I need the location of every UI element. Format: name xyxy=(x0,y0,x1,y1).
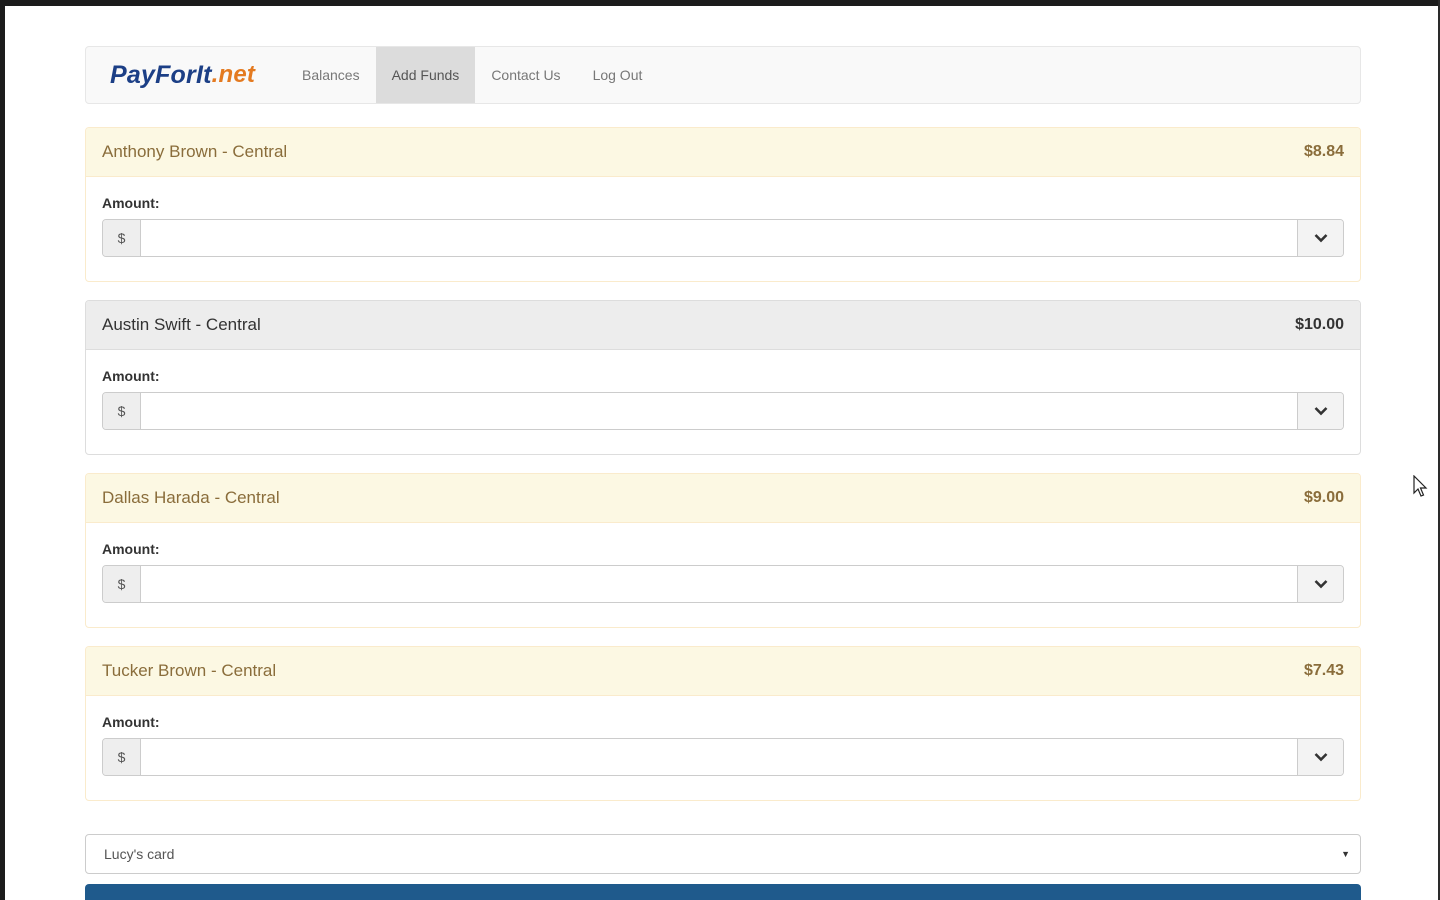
amount-label: Amount: xyxy=(102,195,160,211)
account-name: Dallas Harada - Central xyxy=(102,488,280,507)
chevron-down-icon xyxy=(1314,753,1327,762)
mouse-cursor-icon xyxy=(1413,475,1428,497)
account-panel: Tucker Brown - Central $7.43 Amount: $ xyxy=(85,646,1361,801)
select-caret-icon: ▼ xyxy=(1341,849,1350,859)
account-heading: Dallas Harada - Central $9.00 xyxy=(86,474,1360,523)
payment-card-select[interactable]: Lucy's card ▼ xyxy=(85,834,1361,874)
amount-input-group: $ xyxy=(102,738,1344,776)
amount-input-group: $ xyxy=(102,219,1344,257)
amount-input[interactable] xyxy=(141,220,1297,256)
account-panel: Dallas Harada - Central $9.00 Amount: $ xyxy=(85,473,1361,628)
currency-addon: $ xyxy=(103,566,141,602)
chevron-down-icon xyxy=(1314,407,1327,416)
account-balance: $9.00 xyxy=(1303,489,1344,506)
amount-input-group: $ xyxy=(102,392,1344,430)
amount-dropdown-button[interactable] xyxy=(1297,393,1343,429)
browser-viewport: PayForIt .net Balances Add Funds Contact … xyxy=(5,6,1438,900)
chevron-down-icon xyxy=(1314,580,1327,589)
account-heading: Anthony Brown - Central $8.84 xyxy=(86,128,1360,177)
account-panel: Austin Swift - Central $10.00 Amount: $ xyxy=(85,300,1361,455)
amount-input-group: $ xyxy=(102,565,1344,603)
selected-card: Lucy's card xyxy=(104,846,175,862)
currency-addon: $ xyxy=(103,739,141,775)
amount-input[interactable] xyxy=(141,566,1297,602)
amount-input[interactable] xyxy=(141,739,1297,775)
account-heading: Tucker Brown - Central $7.43 xyxy=(86,647,1360,696)
amount-label: Amount: xyxy=(102,714,160,730)
amount-label: Amount: xyxy=(102,541,160,557)
account-name: Tucker Brown - Central xyxy=(102,661,277,680)
nav-balances[interactable]: Balances xyxy=(286,47,376,103)
currency-addon: $ xyxy=(103,220,141,256)
nav-contact-us[interactable]: Contact Us xyxy=(475,47,576,103)
account-heading: Austin Swift - Central $10.00 xyxy=(86,301,1360,350)
account-name: Anthony Brown - Central xyxy=(102,142,288,161)
nav-add-funds[interactable]: Add Funds xyxy=(375,47,476,103)
amount-input[interactable] xyxy=(141,393,1297,429)
brand-suffix: .net xyxy=(211,61,256,88)
account-name: Austin Swift - Central xyxy=(102,315,261,334)
nav-log-out[interactable]: Log Out xyxy=(577,47,659,103)
currency-addon: $ xyxy=(103,393,141,429)
submit-button[interactable] xyxy=(85,884,1361,900)
chevron-down-icon xyxy=(1314,234,1327,243)
account-balance: $8.84 xyxy=(1303,143,1344,160)
amount-dropdown-button[interactable] xyxy=(1297,220,1343,256)
account-panel: Anthony Brown - Central $8.84 Amount: $ xyxy=(85,127,1361,282)
account-balance: $10.00 xyxy=(1295,316,1344,333)
top-navbar: PayForIt .net Balances Add Funds Contact … xyxy=(85,46,1361,104)
brand-logo[interactable]: PayForIt .net xyxy=(86,47,286,103)
amount-label: Amount: xyxy=(102,368,160,384)
account-balance: $7.43 xyxy=(1303,662,1344,679)
amount-dropdown-button[interactable] xyxy=(1297,566,1343,602)
brand-name: PayForIt xyxy=(110,60,212,89)
amount-dropdown-button[interactable] xyxy=(1297,739,1343,775)
